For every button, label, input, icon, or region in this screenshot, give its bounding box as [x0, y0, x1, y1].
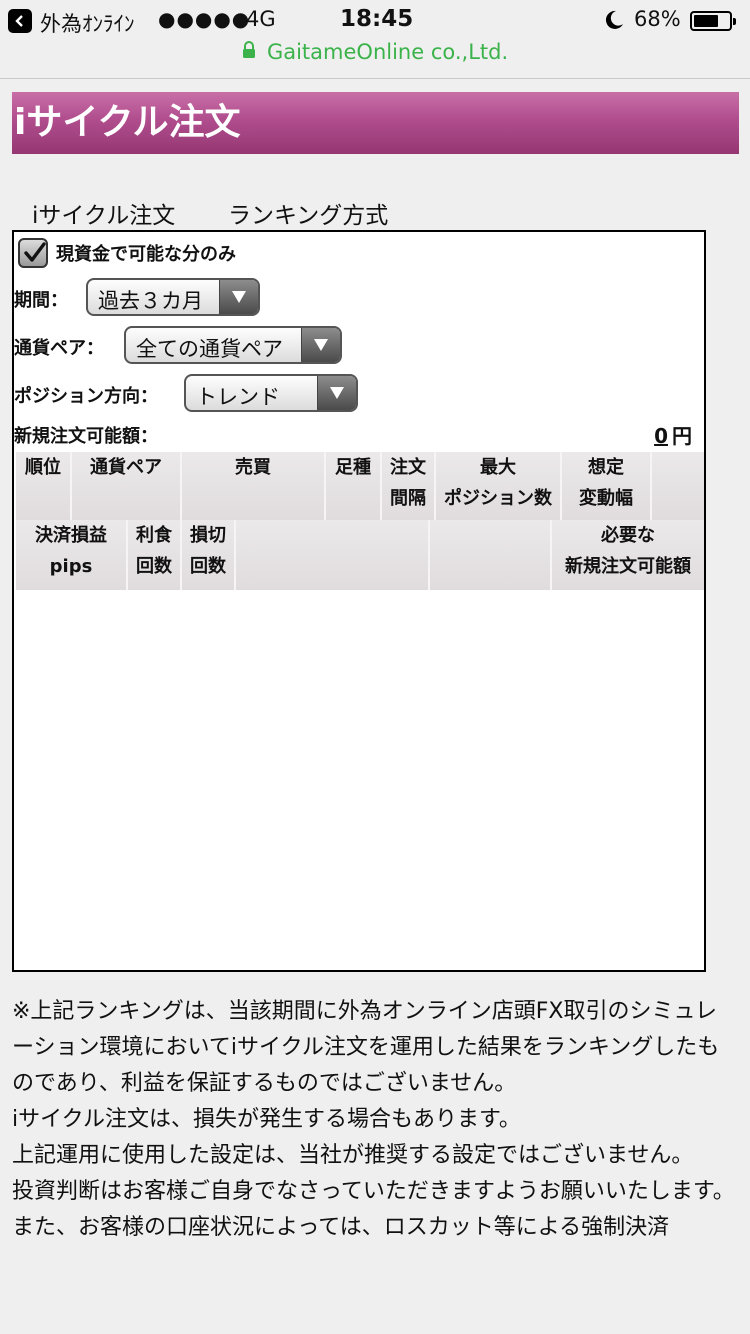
header-settlement-pips: 決済損益 pips — [16, 520, 128, 590]
tab-ranking-method[interactable]: ランキング方式 — [228, 196, 388, 230]
header-rank: 順位 — [16, 452, 72, 520]
dropdown-arrow-icon — [317, 376, 356, 410]
position-direction-value: トレンド — [196, 385, 280, 409]
network-type: 4G — [246, 7, 276, 31]
battery-icon — [690, 11, 736, 31]
period-value: 過去３カ月 — [98, 289, 203, 313]
ranking-table-header: 順位 通貨ペア 売買 足種 注文 間隔 最大 ポジション数 想定 変動幅 決済損益 pi… — [16, 452, 704, 590]
battery-percent: 68% — [634, 7, 681, 31]
back-to-app-icon[interactable] — [8, 9, 32, 33]
disclaimer-paragraph: また、お客様の口座状況によっては、ロスカット等による強制決済 — [12, 1215, 670, 1240]
dropdown-arrow-icon — [219, 280, 258, 314]
clock-time: 18:45 — [340, 6, 414, 32]
carrier-name: 外為ｵﾝﾗｲﾝ — [40, 12, 135, 36]
page-title-banner: iサイクル注文 — [12, 92, 739, 154]
header-stop-loss-count: 損切 回数 — [182, 520, 236, 590]
header-blank — [430, 520, 552, 590]
currency-pair-label: 通貨ペア： — [14, 338, 104, 359]
position-direction-label: ポジション方向： — [14, 386, 158, 407]
dropdown-arrow-icon — [301, 328, 340, 362]
tab-icycle-order[interactable]: iサイクル注文 — [32, 196, 175, 230]
lock-icon — [242, 41, 256, 63]
available-amount-label: 新規注文可能額： — [14, 426, 158, 447]
available-amount-unit: 円 — [672, 424, 692, 448]
available-amount: 0円 — [654, 420, 692, 449]
status-bar: 外為ｵﾝﾗｲﾝ ●●●●● 4G 18:45 68% — [0, 0, 750, 42]
currency-pair-value: 全ての通貨ペア — [136, 337, 283, 361]
header-expected-range: 想定 変動幅 — [562, 452, 652, 520]
header-bar-type: 足種 — [326, 452, 382, 520]
tab-bar: iサイクル注文 ランキング方式 — [0, 196, 750, 229]
period-select[interactable]: 過去３カ月 — [86, 278, 260, 316]
disclaimer-paragraph: ※上記ランキングは、当該期間に外為オンライン店頭FX取引のシミュレーション環境に… — [12, 999, 720, 1096]
header-currency-pair: 通貨ペア — [72, 452, 182, 520]
address-bar[interactable]: GaitameOnline co.,Ltd. — [0, 40, 750, 79]
header-required-amount: 必要な 新規注文可能額 — [552, 520, 704, 590]
header-max-positions: 最大 ポジション数 — [436, 452, 562, 520]
header-blank — [652, 452, 704, 520]
funds-only-label: 現資金で可能な分のみ — [56, 244, 236, 265]
ranking-panel: 現資金で可能な分のみ 期間： 過去３カ月 通貨ペア： 全ての通貨ペア ポジション… — [12, 230, 706, 972]
header-blank — [236, 520, 430, 590]
currency-pair-select[interactable]: 全ての通貨ペア — [124, 326, 342, 364]
disclaimer-paragraph: 投資判断はお客様ご自身でなさっていただきますようお願いいたします。 — [12, 1179, 735, 1204]
do-not-disturb-moon-icon — [603, 9, 625, 35]
header-buy-sell: 売買 — [182, 452, 326, 520]
header-take-profit-count: 利食 回数 — [128, 520, 182, 590]
signal-strength-icon: ●●●●● — [158, 7, 251, 31]
disclaimer-paragraph: 上記運用に使用した設定は、当社が推奨する設定ではございません。 — [12, 1143, 694, 1168]
period-label: 期間： — [14, 290, 68, 311]
funds-only-checkbox[interactable] — [18, 238, 48, 268]
position-direction-select[interactable]: トレンド — [184, 374, 358, 412]
disclaimer-notes: ※上記ランキングは、当該期間に外為オンライン店頭FX取引のシミュレーション環境に… — [12, 994, 738, 1246]
site-url: GaitameOnline co.,Ltd. — [266, 40, 509, 64]
header-order-interval: 注文 間隔 — [382, 452, 436, 520]
available-amount-value: 0 — [654, 424, 668, 448]
disclaimer-paragraph: iサイクル注文は、損失が発生する場合もあります。 — [12, 1107, 521, 1132]
